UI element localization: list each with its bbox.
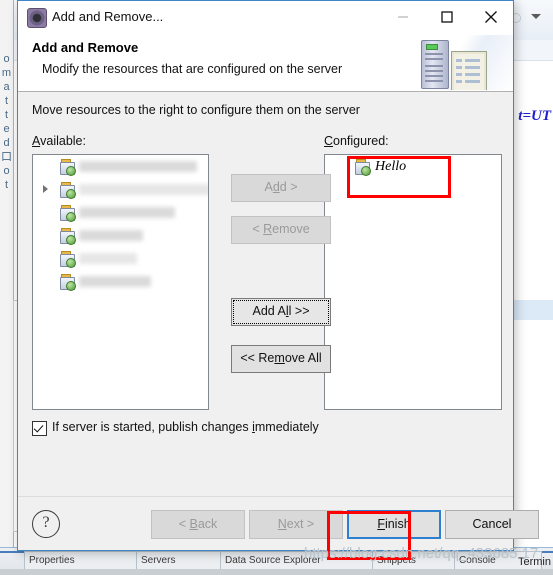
list-item-label	[79, 178, 208, 201]
finish-button[interactable]: Finish	[347, 510, 441, 539]
taskbar-bottom-band	[0, 569, 553, 575]
eclipse-server-gear-icon	[27, 8, 47, 28]
list-item[interactable]	[33, 270, 208, 293]
background-highlighted-row	[508, 300, 553, 320]
left-strip-char: o	[3, 165, 10, 177]
module-icon	[60, 205, 76, 222]
minimize-button[interactable]	[381, 1, 425, 32]
left-strip-char: t	[4, 109, 9, 121]
list-item[interactable]	[33, 201, 208, 224]
remove-button[interactable]: < Remove	[231, 216, 331, 244]
list-item[interactable]	[33, 155, 208, 178]
left-strip-char: a	[3, 81, 10, 93]
left-strip-char: o	[3, 53, 10, 65]
module-icon	[355, 159, 371, 176]
module-icon	[60, 274, 76, 291]
chevron-right-icon[interactable]	[43, 185, 48, 193]
list-item[interactable]	[33, 247, 208, 270]
configured-label: Configured:	[324, 134, 389, 148]
publish-immediately-label: If server is started, publish changes im…	[52, 420, 319, 434]
server-banner-icon	[403, 35, 513, 90]
module-icon	[60, 159, 76, 176]
document-icon	[451, 51, 487, 90]
help-icon[interactable]: ?	[32, 510, 60, 538]
taskbar-tab-properties[interactable]: Properties	[24, 551, 142, 570]
add-and-remove-dialog: Add and Remove... Add and Remove Modify …	[17, 0, 539, 551]
taskbar-tab-servers[interactable]: Servers	[136, 551, 226, 570]
instruction-text: Move resources to the right to configure…	[32, 103, 360, 117]
list-item-label	[79, 224, 143, 247]
dialog-title: Add and Remove...	[52, 9, 164, 24]
dialog-header: Add and Remove Modify the resources that…	[18, 35, 513, 92]
dialog-footer: ? < Back Next > Finish Cancel	[18, 496, 539, 550]
page-description: Modify the resources that are configured…	[42, 62, 343, 76]
module-icon	[60, 228, 76, 245]
background-left-strip: o m a t t e d 口 o t	[0, 0, 14, 548]
module-icon	[60, 251, 76, 268]
checkbox-icon[interactable]	[32, 421, 47, 436]
list-item-label	[79, 201, 175, 224]
left-strip-char: t	[4, 95, 9, 107]
available-label: Available:	[32, 134, 86, 148]
configured-item-label: Hello	[375, 159, 407, 174]
chevron-down-icon[interactable]	[531, 14, 541, 19]
left-strip-char: e	[3, 123, 10, 135]
left-strip-char: 口	[1, 151, 12, 163]
list-item[interactable]	[33, 178, 208, 201]
configured-list[interactable]: Hello	[324, 154, 502, 410]
server-led-icon	[426, 44, 438, 50]
next-button[interactable]: Next >	[249, 510, 343, 539]
background-code-fragment: t=UT	[518, 108, 551, 124]
back-button[interactable]: < Back	[151, 510, 245, 539]
list-item[interactable]	[33, 224, 208, 247]
left-strip-char: t	[4, 179, 9, 191]
left-strip-char: m	[1, 67, 12, 79]
dialog-body: Move resources to the right to configure…	[18, 92, 513, 497]
list-item-label	[79, 270, 151, 293]
module-icon	[60, 182, 76, 199]
publish-immediately-checkbox-row[interactable]: If server is started, publish changes im…	[32, 420, 319, 436]
add-button[interactable]: Add >	[231, 174, 331, 202]
list-item-label	[79, 247, 137, 270]
remove-all-button[interactable]: << Remove All	[231, 345, 331, 373]
close-icon[interactable]	[469, 1, 513, 32]
cancel-button[interactable]: Cancel	[445, 510, 539, 539]
configured-item-hello[interactable]: Hello	[325, 155, 501, 178]
left-strip-char: d	[3, 137, 10, 149]
page-title: Add and Remove	[32, 40, 139, 55]
add-all-button[interactable]: Add All >>	[231, 298, 331, 326]
available-list[interactable]	[32, 154, 209, 410]
list-item-label	[79, 155, 197, 178]
watermark: https://blog.csdn.net/qq_433685 17	[304, 545, 539, 562]
server-rack-icon	[421, 40, 449, 89]
maximize-button[interactable]	[425, 1, 469, 32]
dialog-title-bar[interactable]: Add and Remove...	[18, 1, 513, 35]
